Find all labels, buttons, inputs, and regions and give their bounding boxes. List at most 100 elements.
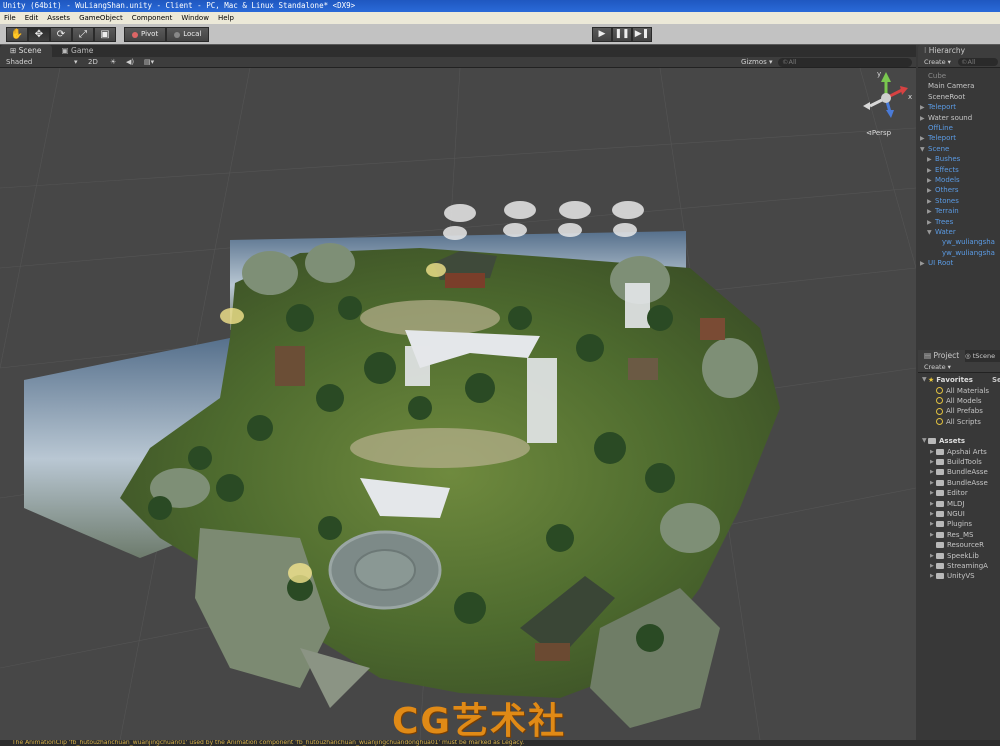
- hierarchy-item[interactable]: ▶ Effects: [927, 165, 959, 175]
- project-create-button[interactable]: Create ▾: [924, 362, 951, 373]
- asset-folder-item[interactable]: ▶ BundleAsse: [930, 478, 988, 488]
- console-status-message[interactable]: The AnimationClip 'fb_hutouzhanchuan_wua…: [0, 740, 1000, 746]
- hierarchy-item[interactable]: Cube: [920, 71, 946, 81]
- asset-folder-item[interactable]: ▶ Apshai Arts: [930, 447, 987, 457]
- hierarchy-item[interactable]: ▶ Water sound: [920, 113, 972, 123]
- rotate-icon: ⟳: [56, 29, 66, 40]
- pause-button[interactable]: ❚❚: [612, 27, 632, 42]
- folder-icon: [936, 510, 944, 517]
- asset-folder-item[interactable]: ▶ NGUI: [930, 509, 965, 519]
- hierarchy-create-button[interactable]: Create ▾: [924, 57, 951, 68]
- asset-folder-item[interactable]: ▶ BuildTools: [930, 457, 982, 467]
- tab-scene[interactable]: ⊞ Scene: [0, 45, 52, 57]
- lighting-toggle-icon[interactable]: ☀: [110, 57, 116, 68]
- hierarchy-panel: Cube Main Camera SceneRoot ▶ Teleport ▶ Water …: [918, 68, 1000, 348]
- transform-tools: ✋ ✥ ⟳ ⤢ ▣: [6, 27, 116, 42]
- menu-component[interactable]: Component: [132, 12, 173, 24]
- scene-viewport[interactable]: y x ⊲Persp CG艺术社: [0, 68, 916, 740]
- pause-icon: ❚❚: [614, 29, 630, 39]
- menu-assets[interactable]: Assets: [47, 12, 70, 24]
- hierarchy-item[interactable]: SceneRoot: [920, 92, 965, 102]
- folder-icon: [936, 531, 944, 538]
- favorite-item-label: All Materials: [946, 386, 989, 395]
- folder-icon: [936, 469, 944, 476]
- local-button[interactable]: Local: [166, 27, 210, 42]
- menu-file[interactable]: File: [4, 12, 16, 24]
- project-toolbar: Create ▾: [918, 362, 1000, 373]
- shading-mode-dropdown[interactable]: Shaded: [6, 57, 32, 68]
- projection-label[interactable]: ⊲Persp: [866, 129, 891, 137]
- tab-game[interactable]: ▣ Game: [52, 45, 104, 57]
- asset-folder-item[interactable]: ▶ SpeekLib: [930, 551, 979, 561]
- favorite-item[interactable]: All Prefabs: [936, 406, 983, 416]
- hierarchy-item[interactable]: ▶ Terrain: [927, 206, 959, 216]
- hand-tool-button[interactable]: ✋: [6, 27, 28, 42]
- hierarchy-item-label: Trees: [935, 217, 954, 226]
- rect-icon: ▣: [100, 29, 110, 40]
- asset-folder-label: MLDJ: [947, 499, 965, 508]
- watermark-logo: CG艺术社: [392, 701, 566, 740]
- hierarchy-item-label: UI Root: [928, 259, 954, 268]
- asset-folder-item[interactable]: ▶ MLDJ: [930, 499, 964, 509]
- asset-folder-label: BundleAsse: [947, 478, 988, 487]
- folder-icon: [936, 542, 944, 549]
- move-tool-button[interactable]: ✥: [28, 27, 50, 42]
- assets-header[interactable]: ▼ Assets: [922, 436, 965, 446]
- asset-folder-label: Res_MS: [947, 530, 974, 539]
- asset-folder-item[interactable]: ▶ UnityVS: [930, 571, 975, 581]
- tab-project[interactable]: ▤ Project: [918, 350, 966, 362]
- rect-tool-button[interactable]: ▣: [94, 27, 116, 42]
- hierarchy-item[interactable]: ▶ UI Root: [920, 258, 953, 268]
- play-button[interactable]: ▶: [592, 27, 612, 42]
- hierarchy-search-input[interactable]: ©All: [958, 58, 998, 66]
- hierarchy-item-label: Water sound: [928, 113, 973, 122]
- asset-folder-item[interactable]: ▶ StreamingA: [930, 561, 988, 571]
- hierarchy-item[interactable]: yw_wuliangsha: [934, 237, 995, 247]
- expand-arrow-icon[interactable]: ▶: [920, 259, 928, 269]
- effects-dropdown-icon[interactable]: ▤▾: [144, 57, 154, 68]
- folder-icon: [936, 479, 944, 486]
- hierarchy-item[interactable]: ▶ Trees: [927, 217, 953, 227]
- scene-search-input[interactable]: ©All: [778, 58, 912, 67]
- hierarchy-item[interactable]: Main Camera: [920, 81, 974, 91]
- pivot-button[interactable]: Pivot: [124, 27, 167, 42]
- hierarchy-item[interactable]: OffLine: [920, 123, 953, 133]
- tab-hierarchy[interactable]: ⁝ Hierarchy: [918, 45, 1000, 57]
- menu-edit[interactable]: Edit: [25, 12, 39, 24]
- folder-icon: [936, 573, 944, 580]
- rotate-tool-button[interactable]: ⟳: [50, 27, 72, 42]
- hierarchy-item[interactable]: ▶ Teleport: [920, 102, 956, 112]
- 2d-toggle[interactable]: 2D: [88, 57, 98, 68]
- asset-folder-item[interactable]: ResourceR: [930, 540, 984, 550]
- gizmos-dropdown[interactable]: Gizmos ▾: [741, 57, 773, 68]
- menu-gameobject[interactable]: GameObject: [79, 12, 123, 24]
- asset-folder-item[interactable]: ▶ Plugins: [930, 519, 972, 529]
- asset-folder-label: Editor: [947, 489, 968, 498]
- favorites-header[interactable]: ▼ ★ Favorites: [922, 375, 973, 385]
- asset-folder-label: ResourceR: [947, 541, 984, 550]
- asset-folder-item[interactable]: ▶ Editor: [930, 488, 968, 498]
- tab-tscene[interactable]: ◎ tScene: [962, 350, 998, 362]
- hierarchy-item[interactable]: ▶ Stones: [927, 196, 959, 206]
- asset-folder-item[interactable]: ▶ Res_MS: [930, 530, 974, 540]
- pivot-controls: Pivot Local: [124, 27, 210, 42]
- scene-view-toolbar: Shaded ▾ 2D ☀ ◀) ▤▾ Gizmos ▾ ©All: [0, 57, 916, 68]
- hierarchy-item[interactable]: ▶ Models: [927, 175, 960, 185]
- hierarchy-item[interactable]: ▶ Bushes: [927, 154, 960, 164]
- favorite-item[interactable]: All Materials: [936, 386, 989, 396]
- scale-icon: ⤢: [79, 29, 87, 40]
- favorite-item[interactable]: All Scripts: [936, 417, 981, 427]
- menu-help[interactable]: Help: [218, 12, 234, 24]
- menu-window[interactable]: Window: [181, 12, 209, 24]
- asset-folder-item[interactable]: ▶ BundleAsse: [930, 467, 988, 477]
- hierarchy-item[interactable]: ▼ Water: [927, 227, 956, 237]
- step-button[interactable]: ▶❚: [632, 27, 652, 42]
- hierarchy-item[interactable]: ▼ Scene: [920, 144, 949, 154]
- audio-toggle-icon[interactable]: ◀): [126, 57, 134, 68]
- favorite-item[interactable]: All Models: [936, 396, 982, 406]
- hierarchy-item[interactable]: yw_wuliangsha: [934, 248, 995, 258]
- hierarchy-item[interactable]: ▶ Teleport: [920, 133, 956, 143]
- asset-folder-label: BuildTools: [947, 457, 982, 466]
- hierarchy-item[interactable]: ▶ Others: [927, 185, 959, 195]
- scale-tool-button[interactable]: ⤢: [72, 27, 94, 42]
